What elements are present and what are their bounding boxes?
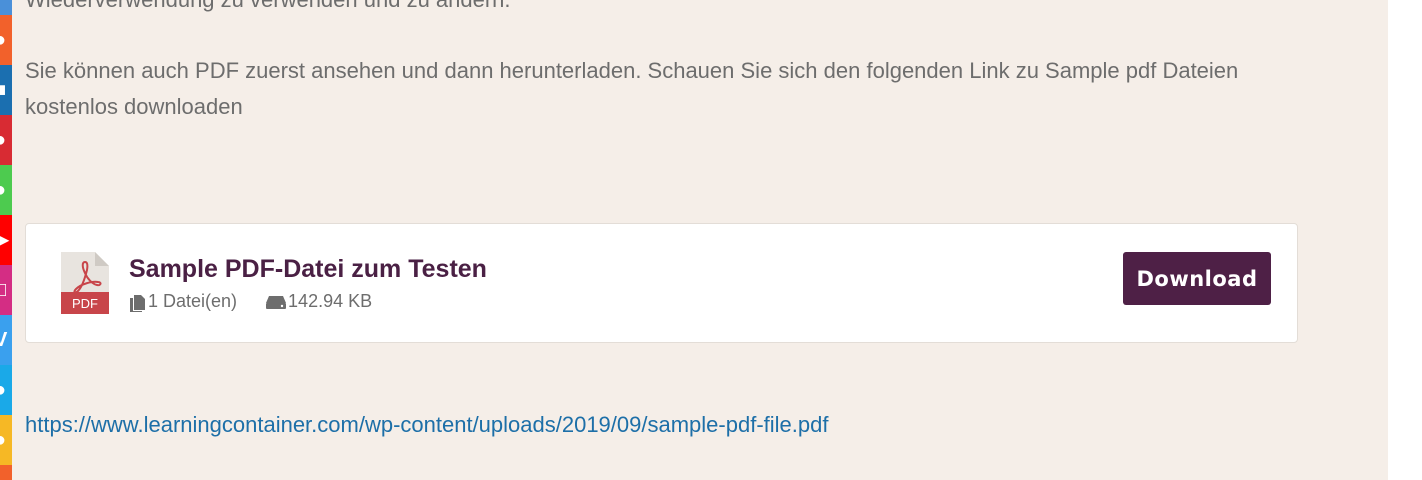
file-count: 1 Datei(en) [129, 291, 237, 312]
previous-paragraph-line: Wiederverwendung zu verwenden und zu änd… [25, 0, 511, 18]
file-meta: 1 Datei(en) 142.94 KB [129, 291, 372, 312]
skype-icon: ● [0, 379, 7, 401]
linkedin-icon: ■ [0, 79, 7, 101]
whatsapp-icon: ● [0, 179, 7, 201]
youtube-icon: ▶ [0, 229, 10, 251]
reddit-icon: ● [0, 29, 7, 51]
file-title: Sample PDF-Datei zum Testen [129, 255, 487, 283]
pdf-icon-label: PDF [72, 296, 98, 311]
sample-pdf-link[interactable]: https://www.learningcontainer.com/wp-con… [25, 407, 828, 443]
share-button-snapchat[interactable]: ● [0, 415, 12, 465]
share-button-reddit[interactable]: ● [0, 15, 12, 65]
share-button-linkedin[interactable]: ■ [0, 65, 12, 115]
page-content: ● ■ ● ● ▶ □ V ● ● Wiederverwendung zu ve… [0, 0, 1388, 480]
files-icon [130, 294, 145, 312]
share-button-more[interactable] [0, 465, 12, 480]
right-gutter [1388, 0, 1422, 480]
file-size: 142.94 KB [265, 291, 372, 312]
pdf-file-icon: PDF [61, 252, 109, 314]
share-button-whatsapp[interactable]: ● [0, 165, 12, 215]
share-button-youtube[interactable]: ▶ [0, 215, 12, 265]
file-size-text: 142.94 KB [288, 291, 373, 311]
share-button-skype[interactable]: ● [0, 365, 12, 415]
share-button-vimeo[interactable]: V [0, 315, 12, 365]
share-button-pinterest[interactable]: ● [0, 115, 12, 165]
download-card: PDF Sample PDF-Datei zum Testen 1 Datei(… [25, 223, 1298, 343]
download-button[interactable]: Download [1123, 252, 1271, 305]
share-button-generic[interactable] [0, 0, 12, 15]
hard-drive-icon [266, 295, 287, 309]
vimeo-icon: V [0, 329, 8, 351]
pinterest-icon: ● [0, 129, 7, 151]
instagram-icon: □ [0, 279, 7, 301]
social-share-bar: ● ■ ● ● ▶ □ V ● ● [0, 0, 12, 480]
share-button-instagram[interactable]: □ [0, 265, 12, 315]
intro-paragraph: Sie können auch PDF zuerst ansehen und d… [25, 58, 1239, 119]
file-count-text: 1 Datei(en) [148, 291, 238, 311]
snapchat-icon: ● [0, 429, 7, 451]
